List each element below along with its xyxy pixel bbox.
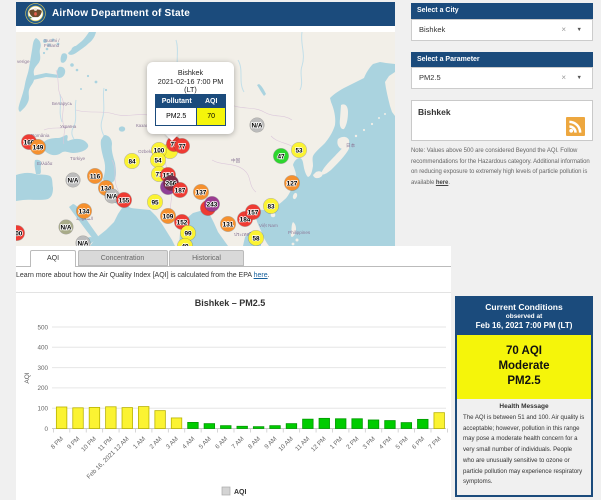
svg-text:10 PM: 10 PM	[80, 435, 98, 453]
svg-text:7 PM: 7 PM	[427, 435, 442, 450]
svg-text:58: 58	[252, 235, 260, 242]
svg-text:400: 400	[37, 345, 48, 352]
svg-text:77: 77	[178, 143, 186, 150]
svg-text:99: 99	[184, 230, 192, 237]
svg-text:53: 53	[295, 147, 303, 154]
svg-text:AQI: AQI	[24, 372, 31, 383]
svg-text:0: 0	[44, 426, 48, 433]
svg-text:3 AM: 3 AM	[165, 435, 180, 450]
svg-text:200: 200	[37, 385, 48, 392]
svg-text:84: 84	[128, 158, 136, 165]
svg-text:11 AM: 11 AM	[294, 435, 311, 452]
svg-text:8 PM: 8 PM	[50, 435, 65, 450]
svg-text:149: 149	[33, 144, 44, 151]
svg-text:5 AM: 5 AM	[198, 435, 213, 450]
svg-text:200: 200	[16, 230, 23, 237]
svg-text:Bishkek – PM2.5: Bishkek – PM2.5	[195, 298, 266, 308]
svg-text:109: 109	[163, 213, 174, 220]
svg-text:131: 131	[223, 221, 234, 228]
svg-text:AQI: AQI	[234, 489, 247, 496]
svg-text:95: 95	[151, 199, 159, 206]
svg-text:N/A: N/A	[251, 122, 262, 129]
svg-text:10 AM: 10 AM	[277, 435, 295, 453]
svg-text:137: 137	[196, 189, 207, 196]
svg-text:4 PM: 4 PM	[378, 435, 393, 450]
svg-text:134: 134	[79, 208, 90, 215]
svg-text:187: 187	[175, 187, 186, 194]
svg-text:7 AM: 7 AM	[231, 435, 246, 450]
svg-text:12 PM: 12 PM	[310, 435, 328, 453]
svg-text:300: 300	[37, 365, 48, 372]
svg-text:N/A: N/A	[67, 177, 78, 184]
svg-text:47: 47	[277, 153, 285, 160]
svg-text:54: 54	[154, 157, 162, 164]
svg-text:116: 116	[90, 173, 101, 180]
svg-text:500: 500	[37, 324, 48, 331]
svg-text:155: 155	[119, 197, 130, 204]
svg-text:N/A: N/A	[60, 224, 71, 231]
svg-text:4 AM: 4 AM	[181, 435, 196, 450]
svg-text:157: 157	[248, 209, 259, 216]
svg-text:8 AM: 8 AM	[247, 435, 262, 450]
svg-text:83: 83	[267, 203, 275, 210]
svg-text:5 PM: 5 PM	[394, 435, 409, 450]
svg-text:1 PM: 1 PM	[329, 435, 344, 450]
svg-text:6 PM: 6 PM	[411, 435, 426, 450]
svg-text:243: 243	[207, 201, 218, 208]
svg-text:100: 100	[37, 406, 48, 413]
svg-text:2 AM: 2 AM	[148, 435, 163, 450]
svg-text:2 PM: 2 PM	[345, 435, 360, 450]
svg-text:3 PM: 3 PM	[362, 435, 377, 450]
svg-text:1 AM: 1 AM	[132, 435, 147, 450]
svg-text:6 AM: 6 AM	[214, 435, 229, 450]
svg-text:127: 127	[287, 180, 298, 187]
